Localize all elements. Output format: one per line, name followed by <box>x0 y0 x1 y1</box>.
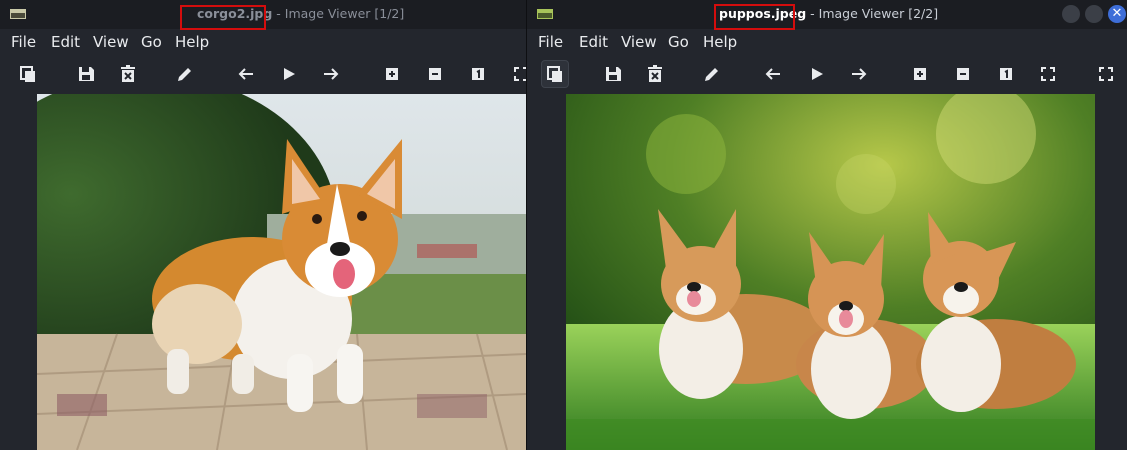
back-arrow-icon[interactable] <box>763 64 783 84</box>
copy-icon[interactable] <box>18 64 38 84</box>
play-icon[interactable] <box>807 64 827 84</box>
delete-icon[interactable] <box>645 64 665 84</box>
menu-help[interactable]: Help <box>175 33 209 51</box>
toolbar <box>0 58 526 92</box>
zoom-out-icon[interactable] <box>425 64 445 84</box>
edit-icon[interactable] <box>175 64 195 84</box>
close-button[interactable]: ✕ <box>1108 5 1126 23</box>
menu-file[interactable]: File <box>538 33 563 51</box>
save-icon[interactable] <box>76 64 96 84</box>
zoom-in-icon[interactable] <box>382 64 402 84</box>
menu-file[interactable]: File <box>11 33 36 51</box>
menubar: File Edit View Go Help <box>527 29 1127 56</box>
delete-icon[interactable] <box>118 64 138 84</box>
displayed-image <box>566 94 1095 450</box>
menu-edit[interactable]: Edit <box>51 33 80 51</box>
menu-edit[interactable]: Edit <box>579 33 608 51</box>
actual-size-icon[interactable] <box>996 64 1016 84</box>
zoom-in-icon[interactable] <box>910 64 930 84</box>
menu-view[interactable]: View <box>93 33 129 51</box>
displayed-image <box>37 94 526 450</box>
titlebar[interactable]: puppos.jpeg - Image Viewer [2/2] ✕ <box>527 0 1127 29</box>
forward-arrow-icon[interactable] <box>321 64 341 84</box>
title-suffix: - Image Viewer [2/2] <box>806 6 939 21</box>
app-icon <box>10 9 26 19</box>
image-viewer-window-2: puppos.jpeg - Image Viewer [2/2] ✕ File … <box>527 0 1127 450</box>
zoom-out-icon[interactable] <box>953 64 973 84</box>
back-arrow-icon[interactable] <box>236 64 256 84</box>
save-icon[interactable] <box>603 64 623 84</box>
title-suffix: - Image Viewer [1/2] <box>272 6 405 21</box>
toolbar <box>527 58 1127 92</box>
menubar: File Edit View Go Help <box>0 29 526 56</box>
edit-icon[interactable] <box>702 64 722 84</box>
filename-highlight-box <box>180 5 266 30</box>
actual-size-icon[interactable] <box>468 64 488 84</box>
close-icon: ✕ <box>1111 6 1123 21</box>
maximize-button[interactable] <box>1085 5 1103 23</box>
copy-icon[interactable] <box>541 60 569 88</box>
image-viewer-window-1: corgo2.jpg - Image Viewer [1/2] File Edi… <box>0 0 526 450</box>
fit-icon[interactable] <box>1038 64 1058 84</box>
menu-view[interactable]: View <box>621 33 657 51</box>
filename-highlight-box <box>714 4 795 30</box>
fullscreen-icon[interactable] <box>511 64 526 84</box>
play-icon[interactable] <box>279 64 299 84</box>
menu-go[interactable]: Go <box>668 33 689 51</box>
app-icon <box>537 9 553 19</box>
minimize-button[interactable] <box>1062 5 1080 23</box>
forward-arrow-icon[interactable] <box>849 64 869 84</box>
menu-go[interactable]: Go <box>141 33 162 51</box>
fullscreen-icon[interactable] <box>1096 64 1116 84</box>
menu-help[interactable]: Help <box>703 33 737 51</box>
